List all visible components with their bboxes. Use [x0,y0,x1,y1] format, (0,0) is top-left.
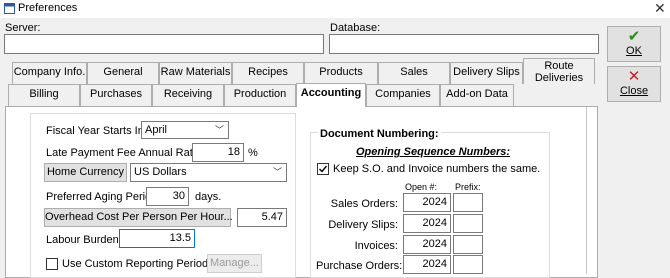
custom-reporting-checkbox[interactable] [46,258,58,270]
sales-orders-open-input[interactable]: 2024 [403,193,451,212]
title-bar: Preferences ✕ [0,0,670,18]
window-close-icon[interactable]: ✕ [654,0,666,17]
chevron-down-icon: ﹀ [272,167,282,177]
home-currency-button[interactable]: Home Currency [44,163,127,182]
tab-recipes[interactable]: Recipes [232,62,304,84]
window-title: Preferences [18,2,78,14]
tab-billing[interactable]: Billing [8,84,80,106]
chevron-down-icon: ﹀ [214,125,224,135]
aging-input[interactable]: 30 [146,187,189,206]
tab-general[interactable]: General [87,62,159,84]
checkmark-icon: ✔ [627,28,641,45]
delivery-slips-open-input[interactable]: 2024 [403,214,451,233]
delivery-slips-label: Delivery Slips: [328,219,398,231]
tab-accounting[interactable]: Accounting [296,83,366,107]
purchase-orders-open-input[interactable]: 2024 [403,255,451,274]
prefix-header: Prefix: [455,182,481,192]
aging-unit: days. [195,191,222,203]
sales-orders-label: Sales Orders: [330,198,398,210]
tab-production[interactable]: Production [224,84,296,106]
late-fee-label: Late Payment Fee Annual Rate: [46,147,202,159]
keep-same-checkbox[interactable] [317,163,329,175]
database-input[interactable] [329,34,599,54]
x-icon: ✕ [627,68,641,85]
tab-purchases[interactable]: Purchases [80,84,152,106]
aging-label: Preferred Aging Period: [46,191,161,203]
labour-burden-label: Labour Burden: [46,234,122,246]
home-currency-value: US Dollars [134,166,187,178]
late-fee-unit: % [248,147,258,159]
ok-button[interactable]: ✔ OK [607,26,661,62]
manage-button[interactable]: Manage... [207,254,262,273]
overhead-cost-button[interactable]: Overhead Cost Per Person Per Hour... [44,208,233,227]
server-label: Server: [5,22,41,34]
invoices-open-input[interactable]: 2024 [403,235,451,254]
close-button[interactable]: ✕ Close [607,66,661,102]
preferences-window-icon [4,3,15,14]
keep-same-label: Keep S.O. and Invoice numbers the same. [333,163,541,175]
tab-delivery-slips[interactable]: Delivery Slips [450,62,523,84]
tab-raw-materials[interactable]: Raw Materials [159,62,232,84]
tab-products[interactable]: Products [304,62,378,84]
document-numbering-title: Document Numbering: [318,128,441,140]
tab-sales[interactable]: Sales [378,62,450,84]
opening-sequence-subtitle: Opening Sequence Numbers: [356,146,511,158]
server-input[interactable] [4,34,324,54]
close-button-label: Close [619,85,649,97]
custom-reporting-label: Use Custom Reporting Periods [62,258,214,270]
invoices-label: Invoices: [354,240,398,252]
home-currency-select[interactable]: US Dollars ﹀ [130,163,287,182]
tab-add-on-data[interactable]: Add-on Data [440,84,514,106]
sales-orders-prefix-input[interactable] [453,193,483,212]
purchase-orders-prefix-input[interactable] [453,255,483,274]
database-label: Database: [330,22,381,34]
fiscal-year-select[interactable]: April ﹀ [141,121,229,139]
tab-route-deliveries[interactable]: Route Deliveries [523,58,595,84]
fiscal-year-value: April [145,124,168,136]
tab-receiving[interactable]: Receiving [152,84,224,106]
open-number-header: Open #: [405,182,438,192]
invoices-prefix-input[interactable] [453,235,483,254]
delivery-slips-prefix-input[interactable] [453,214,483,233]
purchase-orders-label: Purchase Orders: [316,260,403,272]
panel-divider [586,107,587,274]
ok-button-label: OK [626,45,642,57]
overhead-cost-input[interactable]: 5.47 [237,208,287,227]
labour-burden-input[interactable]: 13.5 [119,229,195,248]
fiscal-year-label: Fiscal Year Starts In: [46,125,147,137]
tab-company-info[interactable]: Company Info. [12,62,87,84]
tab-companies[interactable]: Companies [366,84,440,106]
late-fee-input[interactable]: 18 [192,143,244,162]
check-icon [319,165,328,173]
